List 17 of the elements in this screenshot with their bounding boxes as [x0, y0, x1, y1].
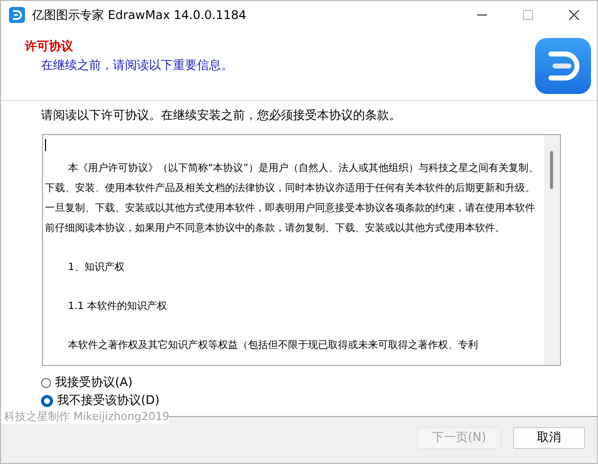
license-paragraph: 本《用户许可协议》（以下简称“本协议”）是用户（自然人、法人或其他组织）与科技之星之间有关复制、下载、安装、使用本软件产品及相关文档的法律协议，同时本协议亦适用于任何有关本软件的后期更新和升级。一旦复制、下载、安装或以其他方式使用本软件，即表明用户同意接受本协议各项条款的约束，请在使用本软件前仔细阅读本协议，如果用户不同意本协议中的条款，请勿复制、下载、安装或以其他方式使用本软件。 [45, 162, 540, 236]
license-paragraph: 本软件之著作权及其它知识产权等权益（包括但不限于现已取得或未来可取得之著作权、专利 [67, 338, 479, 353]
page-title: 许可协议 [25, 38, 74, 55]
license-text-box[interactable] [42, 134, 561, 366]
license-paragraph: 1、知识产权 [67, 260, 126, 275]
app-logo-icon [9, 7, 25, 24]
app-logo-icon [535, 38, 591, 94]
instruction-text: 请阅读以下许可协议。在继续安装之前，您必须接受本协议的条款。 [41, 106, 402, 124]
close-icon[interactable] [569, 10, 579, 20]
scrollbar[interactable] [544, 134, 560, 365]
window-title: 亿图图示专家 EdrawMax 14.0.0.1184 [32, 6, 246, 24]
radio-option[interactable]: 我不接受该协议(D) [41, 392, 160, 410]
license-paragraph: 1.1 本软件的知识产权 [67, 300, 168, 314]
radio-option[interactable]: 我接受协议(A) [41, 374, 133, 392]
branding-text: 科技之星制作 Mikeijizhong2019 [1, 409, 170, 424]
page-subtitle: 在继续之前，请阅读以下重要信息。 [40, 56, 233, 74]
cancel-button[interactable]: 取消 [513, 426, 585, 449]
